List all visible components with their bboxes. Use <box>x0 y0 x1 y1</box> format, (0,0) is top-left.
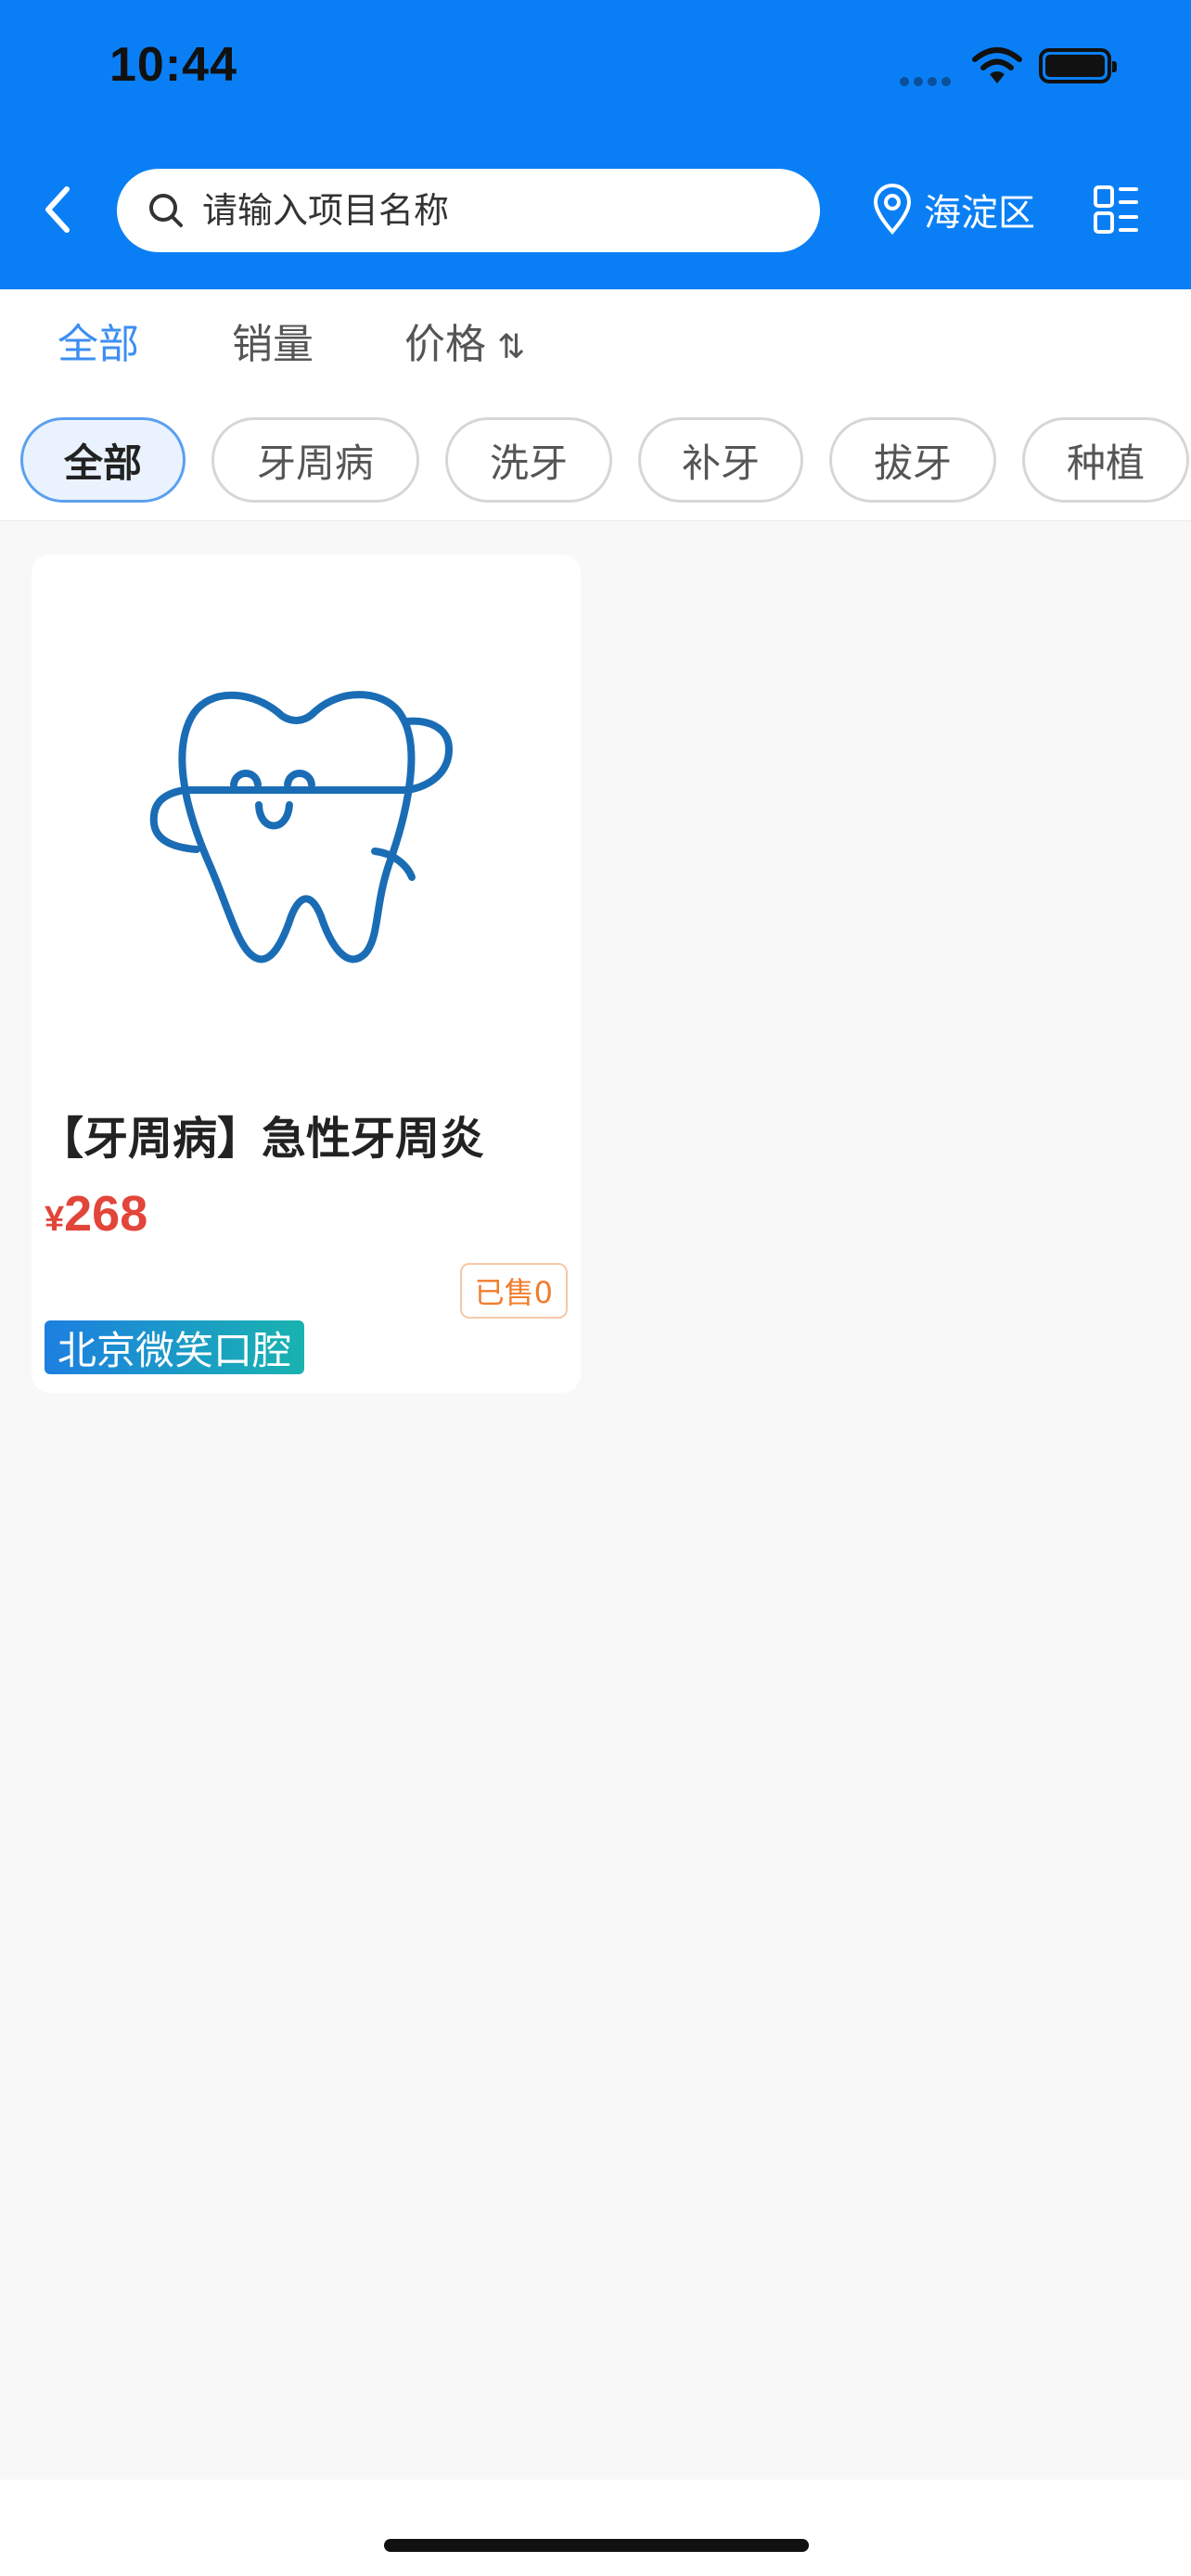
search-icon <box>149 194 183 227</box>
bottom-safe-area <box>0 2480 1191 2576</box>
price-currency: ¥ <box>45 1200 65 1239</box>
sort-bar: 全部 销量 价格 ⇅ <box>0 289 1191 402</box>
wifi-icon <box>972 47 1022 83</box>
sort-tab-sales[interactable]: 销量 <box>232 317 314 373</box>
top-header: 10:44 海淀区 <box>0 0 1191 289</box>
location-pin-icon <box>873 184 912 236</box>
cellular-signal-icon <box>900 72 955 90</box>
sort-tab-price-label: 价格 <box>404 321 486 368</box>
sort-tab-price[interactable]: 价格 ⇅ <box>404 317 525 376</box>
chip-extraction[interactable]: 拔牙 <box>829 417 996 503</box>
layout-grid-icon[interactable] <box>1093 184 1139 236</box>
product-title: 【牙周病】急性牙周炎 <box>39 1113 485 1165</box>
location-label: 海淀区 <box>924 192 1035 235</box>
search-box[interactable] <box>117 169 820 252</box>
location-button[interactable]: 海淀区 <box>872 182 1035 237</box>
search-input[interactable] <box>202 190 722 231</box>
sort-tab-all[interactable]: 全部 <box>58 317 139 373</box>
chip-periodontal[interactable]: 牙周病 <box>211 417 419 503</box>
price-amount: 268 <box>64 1186 148 1242</box>
app-screen: 10:44 海淀区 <box>0 0 1191 2576</box>
chip-cleaning[interactable]: 洗牙 <box>445 417 612 503</box>
chip-all[interactable]: 全部 <box>20 417 186 503</box>
status-time: 10:44 <box>109 38 237 92</box>
back-button[interactable] <box>37 182 78 237</box>
product-price: ¥268 <box>45 1185 147 1243</box>
chip-filling[interactable]: 补牙 <box>638 417 803 503</box>
product-card[interactable]: 【牙周病】急性牙周炎 ¥268 已售0 北京微笑口腔 <box>32 555 581 1393</box>
sort-order-icon: ⇅ <box>497 328 525 366</box>
chip-implant[interactable]: 种植 <box>1022 417 1189 503</box>
battery-icon <box>1039 48 1117 83</box>
clinic-tag: 北京微笑口腔 <box>45 1320 305 1374</box>
tooth-floss-icon <box>149 691 453 963</box>
sold-count-badge: 已售0 <box>459 1263 568 1319</box>
home-indicator[interactable] <box>384 2539 809 2552</box>
category-chip-bar: 全部 牙周病 洗牙 补牙 拔牙 种植 <box>0 402 1191 521</box>
